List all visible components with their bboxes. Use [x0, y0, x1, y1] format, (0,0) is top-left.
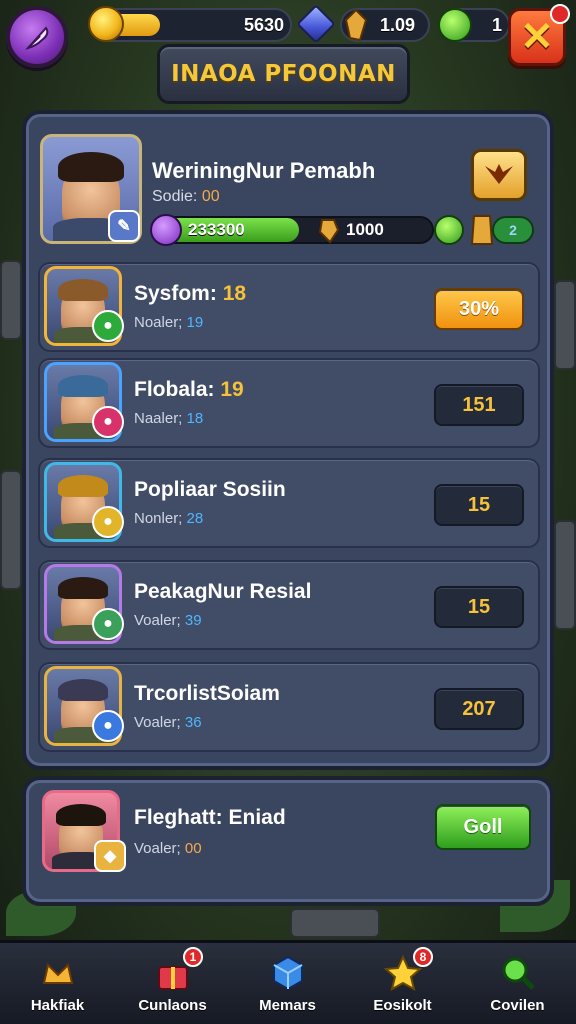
- row-sub: Voaler; 36: [134, 714, 202, 731]
- row-action-button[interactable]: 151: [434, 384, 524, 426]
- row-action-button[interactable]: 15: [434, 484, 524, 526]
- list-item[interactable]: ● Sysfom: 18 Noaler; 19 30%: [38, 262, 540, 352]
- list-item[interactable]: ● Popliaar Sosiin Nonler; 28 15: [38, 458, 540, 548]
- row-name: Flobala: 19: [134, 378, 244, 402]
- nav-label: Covilen: [490, 997, 545, 1014]
- nav-badge: 8: [413, 947, 433, 967]
- search-icon: [498, 953, 538, 993]
- list-item[interactable]: ● Flobala: 19 Naaler; 18 151: [38, 358, 540, 448]
- nav-label: Cunlaons: [138, 997, 207, 1014]
- row-sub-value: 18: [186, 410, 204, 427]
- row-name-text: PeakagNur Resial: [134, 580, 312, 603]
- mini-count-value: 2: [509, 222, 517, 238]
- coins-value: 5630: [244, 15, 285, 35]
- shard-icon: [344, 8, 368, 42]
- shards-value: 1.09: [380, 15, 416, 35]
- pouch-icon: ◆: [94, 840, 126, 872]
- row-name-text: TrcorlistSoiam: [134, 682, 280, 705]
- row-name-text: Sysfom:: [134, 282, 217, 305]
- page-title: INAOA PFOONAN: [171, 61, 396, 87]
- profile-menu-button[interactable]: [6, 6, 68, 68]
- row-action-label: 15: [467, 595, 491, 618]
- row-sub: Nonler; 28: [134, 510, 203, 527]
- featured-sub-value: 00: [184, 840, 202, 857]
- row-sub-label: Voaler;: [134, 612, 181, 629]
- row-action-button[interactable]: 15: [434, 586, 524, 628]
- row-action-label: 151: [462, 393, 496, 416]
- row-sub: Voaler; 39: [134, 612, 202, 629]
- title-plate: INAOA PFOONAN: [157, 44, 410, 104]
- row-sub-value: 39: [184, 612, 202, 629]
- player-sub: Sodie: 00: [152, 188, 220, 206]
- xp-gem-icon: [150, 214, 182, 246]
- row-sub-value: 19: [186, 314, 204, 331]
- row-name-text: Flobala:: [134, 378, 215, 401]
- mini-counter: 2: [492, 216, 534, 244]
- row-sub-label: Naaler;: [134, 410, 183, 427]
- row-sub-label: Voaler;: [134, 714, 181, 731]
- row-name: Sysfom: 18: [134, 282, 246, 306]
- row-level: 18: [222, 282, 247, 305]
- wrench-icon: ✎: [108, 210, 140, 242]
- row-action-button[interactable]: 207: [434, 688, 524, 730]
- xp-value: 233300: [188, 220, 245, 239]
- row-badge-icon: ●: [92, 310, 124, 342]
- crown-icon: [38, 953, 78, 993]
- nav-badge-count: 1: [189, 950, 197, 964]
- nav-label: Eosikolt: [373, 997, 432, 1014]
- nav-item-1[interactable]: Hakfiak: [0, 943, 115, 1024]
- score-value: 1000: [346, 220, 384, 239]
- cube-icon: [268, 953, 308, 993]
- nav-badge: 1: [183, 947, 203, 967]
- key-icon: [318, 219, 340, 244]
- nav-item-4[interactable]: 8 Eosikolt: [345, 943, 460, 1024]
- nav-badge-count: 8: [419, 950, 427, 964]
- row-action-button[interactable]: 30%: [434, 288, 524, 330]
- energy-value: 1: [492, 15, 503, 35]
- featured-name: Fleghatt: Eniad: [134, 806, 286, 829]
- row-action-label: 15: [467, 493, 491, 516]
- bottom-nav: Hakfiak 1 Cunlaons Memars 8 Eosikolt Cov…: [0, 940, 576, 1024]
- row-sub: Naaler; 18: [134, 410, 203, 427]
- row-badge-icon: ●: [92, 506, 124, 538]
- energy-icon: [438, 8, 472, 42]
- list-item[interactable]: ● PeakagNur Resial Voaler; 39 15: [38, 560, 540, 650]
- leaf-icon[interactable]: [434, 215, 464, 245]
- featured-sub-label: Voaler;: [134, 840, 181, 857]
- row-badge-icon: ●: [92, 608, 124, 640]
- player-sub-value: 00: [201, 188, 220, 205]
- nav-label: Hakfiak: [30, 997, 85, 1014]
- emblem-icon: [485, 164, 513, 184]
- notification-dot: [550, 4, 570, 24]
- go-button[interactable]: Goll: [435, 804, 531, 850]
- row-badge-icon: ●: [92, 710, 124, 742]
- featured-sub: Voaler; 00: [134, 840, 202, 857]
- row-name: Popliaar Sosiin: [134, 478, 286, 502]
- row-name: PeakagNur Resial: [134, 580, 311, 604]
- nav-item-5[interactable]: Covilen: [460, 943, 575, 1024]
- coin-icon: [88, 6, 124, 42]
- row-level: 19: [220, 378, 244, 401]
- row-sub-label: Nonler;: [134, 510, 183, 527]
- row-sub-value: 36: [184, 714, 202, 731]
- row-name-text: Popliaar Sosiin: [134, 478, 286, 501]
- close-icon: ✕: [520, 15, 554, 59]
- gem-icon[interactable]: [296, 4, 336, 44]
- row-sub-value: 28: [186, 510, 204, 527]
- nav-label: Memars: [259, 997, 316, 1014]
- row-badge-icon: ●: [92, 406, 124, 438]
- list-item[interactable]: ● TrcorlistSoiam Voaler; 36 207: [38, 662, 540, 752]
- row-sub-label: Noaler;: [134, 314, 183, 331]
- go-button-label: Goll: [463, 815, 503, 838]
- nav-item-3[interactable]: Memars: [230, 943, 345, 1024]
- nav-item-2[interactable]: 1 Cunlaons: [115, 943, 230, 1024]
- feather-icon: [25, 26, 49, 50]
- row-action-label: 207: [462, 697, 496, 720]
- rank-emblem-button[interactable]: [471, 149, 527, 201]
- row-name: TrcorlistSoiam: [134, 682, 280, 706]
- player-name: WeriningNur Pemabh: [152, 158, 376, 183]
- row-sub: Noaler; 19: [134, 314, 203, 331]
- player-sub-label: Sodie:: [152, 188, 198, 205]
- row-action-label: 30%: [458, 297, 500, 320]
